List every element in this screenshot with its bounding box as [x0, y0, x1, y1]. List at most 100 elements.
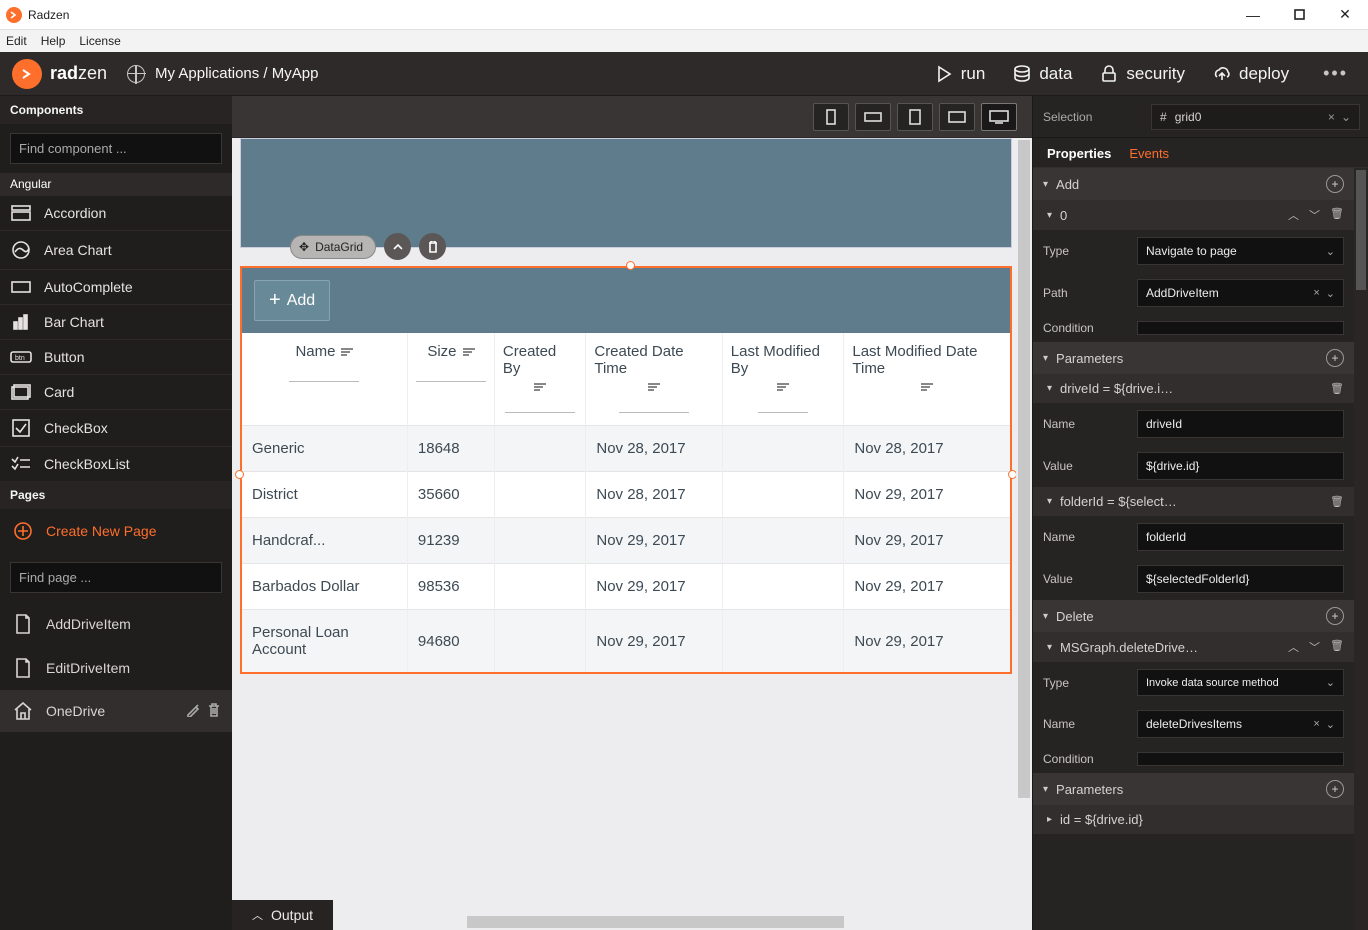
device-tablet-landscape[interactable]	[939, 103, 975, 131]
component-bar-chart[interactable]: Bar Chart	[0, 304, 232, 339]
param2-name-input[interactable]: folderId	[1137, 523, 1344, 551]
page-header-region[interactable]	[240, 138, 1012, 248]
chevron-up-icon[interactable]: ︿	[1288, 639, 1299, 655]
section-delete[interactable]: ▾Delete+	[1033, 600, 1354, 632]
device-phone-landscape[interactable]	[855, 103, 891, 131]
output-tab[interactable]: ︿ Output	[232, 900, 333, 930]
bar-chart-icon	[10, 314, 32, 330]
component-list: Accordion Area Chart AutoComplete Bar Ch…	[0, 195, 232, 481]
component-autocomplete[interactable]: AutoComplete	[0, 269, 232, 304]
del-cond-input[interactable]	[1137, 752, 1344, 766]
menubar: Edit Help License	[0, 30, 1368, 52]
close-button[interactable]: ✕	[1322, 0, 1368, 30]
props-v-scrollbar[interactable]	[1354, 168, 1368, 930]
section-del-parameters[interactable]: ▾Parameters+	[1033, 773, 1354, 805]
param-driveid[interactable]: ▾driveId = ${drive.i…🗑	[1033, 374, 1354, 403]
trash-icon[interactable]: 🗑	[1330, 495, 1344, 508]
plus-circle-icon[interactable]: +	[1326, 780, 1344, 798]
find-component-input[interactable]: Find component ...	[10, 133, 222, 164]
collapse-button[interactable]	[384, 233, 411, 260]
chevron-up-icon[interactable]: ︿	[1288, 207, 1299, 223]
edit-icon[interactable]	[186, 703, 200, 720]
deploy-action[interactable]: deploy	[1213, 64, 1289, 84]
trash-icon[interactable]: 🗑	[1330, 382, 1344, 395]
datagrid[interactable]: + Add Name Size Created By Created Date …	[240, 266, 1012, 674]
path-select[interactable]: AddDriveItem×⌄	[1137, 279, 1344, 307]
minimize-button[interactable]: —	[1230, 0, 1276, 30]
maximize-button[interactable]	[1276, 0, 1322, 30]
component-checkbox[interactable]: CheckBox	[0, 409, 232, 446]
find-page-input[interactable]: Find page ...	[10, 562, 222, 593]
plus-circle-icon[interactable]: +	[1326, 607, 1344, 625]
plus-circle-icon[interactable]: +	[1326, 349, 1344, 367]
delete-component-button[interactable]	[419, 233, 446, 260]
col-size[interactable]: Size	[407, 333, 494, 426]
page-one-drive[interactable]: OneDrive	[0, 690, 232, 732]
security-action[interactable]: security	[1100, 64, 1185, 84]
menu-license[interactable]: License	[79, 34, 120, 48]
col-created-by[interactable]: Created By	[494, 333, 585, 426]
data-action[interactable]: data	[1013, 64, 1072, 84]
table-row[interactable]: District35660Nov 28, 2017Nov 29, 2017	[242, 472, 1010, 518]
trash-icon[interactable]: 🗑	[1330, 639, 1344, 655]
col-modified-by[interactable]: Last Modified By	[722, 333, 844, 426]
canvas-h-scrollbar[interactable]	[232, 914, 1016, 930]
device-tablet-portrait[interactable]	[897, 103, 933, 131]
more-icon[interactable]: •••	[1317, 63, 1354, 84]
chevron-down-icon[interactable]: ﹀	[1309, 639, 1320, 655]
device-desktop[interactable]	[981, 103, 1017, 131]
page-edit-drive-item[interactable]: EditDriveItem	[0, 646, 232, 690]
area-chart-icon	[10, 240, 32, 260]
selection-input[interactable]: # grid0 ×⌄	[1151, 104, 1360, 130]
delete-item[interactable]: ▾MSGraph.deleteDrive…︿﹀🗑	[1033, 632, 1354, 662]
component-button[interactable]: btnButton	[0, 339, 232, 374]
trash-icon[interactable]: 🗑	[1330, 207, 1344, 223]
trash-icon[interactable]	[208, 703, 220, 720]
chevron-down-icon[interactable]: ﹀	[1309, 207, 1320, 223]
col-name[interactable]: Name	[242, 333, 407, 426]
type-select[interactable]: Navigate to page⌄	[1137, 237, 1344, 265]
tab-events[interactable]: Events	[1129, 146, 1169, 161]
page-add-drive-item[interactable]: AddDriveItem	[0, 602, 232, 646]
menu-edit[interactable]: Edit	[6, 34, 27, 48]
table-row[interactable]: Handcraf...91239Nov 29, 2017Nov 29, 2017	[242, 518, 1010, 564]
param-folderid[interactable]: ▾folderId = ${select…🗑	[1033, 487, 1354, 516]
device-phone-portrait[interactable]	[813, 103, 849, 131]
app-title: Radzen	[28, 8, 69, 22]
chevron-down-icon: ⌄	[1326, 287, 1335, 300]
del-param-id[interactable]: ▸id = ${drive.id}	[1033, 805, 1354, 834]
del-name-select[interactable]: deleteDrivesItems×⌄	[1137, 710, 1344, 738]
component-card[interactable]: Card	[0, 374, 232, 409]
param2-value-input[interactable]: ${selectedFolderId}	[1137, 565, 1344, 593]
table-row[interactable]: Personal Loan Account94680Nov 29, 2017No…	[242, 610, 1010, 673]
condition-input[interactable]	[1137, 321, 1344, 335]
clear-icon: ×	[1313, 287, 1319, 300]
breadcrumb[interactable]: My Applications / MyApp	[127, 65, 318, 83]
run-action[interactable]: run	[935, 64, 986, 84]
component-area-chart[interactable]: Area Chart	[0, 230, 232, 269]
col-created-date[interactable]: Created Date Time	[586, 333, 722, 426]
tab-properties[interactable]: Properties	[1047, 146, 1111, 161]
create-new-page[interactable]: Create New Page	[0, 509, 232, 553]
section-add[interactable]: ▾Add+	[1033, 168, 1354, 200]
param1-name-input[interactable]: driveId	[1137, 410, 1344, 438]
canvas[interactable]: ✥ DataGrid + Add	[232, 138, 1032, 930]
table-row[interactable]: Generic18648Nov 28, 2017Nov 28, 2017	[242, 426, 1010, 472]
component-accordion[interactable]: Accordion	[0, 195, 232, 230]
del-type-select[interactable]: Invoke data source method⌄	[1137, 669, 1344, 696]
grid-add-button[interactable]: + Add	[254, 280, 330, 321]
chevron-down-icon[interactable]: ⌄	[1341, 110, 1351, 124]
section-parameters[interactable]: ▾Parameters+	[1033, 342, 1354, 374]
component-checkboxlist[interactable]: CheckBoxList	[0, 446, 232, 481]
param1-value-input[interactable]: ${drive.id}	[1137, 452, 1344, 480]
section-item-0[interactable]: ▾0︿﹀🗑	[1033, 200, 1354, 230]
chevron-down-icon: ▾	[1043, 353, 1048, 364]
component-tag-pill[interactable]: ✥ DataGrid	[290, 235, 376, 259]
col-modified-date[interactable]: Last Modified Date Time	[844, 333, 1010, 426]
table-row[interactable]: Barbados Dollar98536Nov 29, 2017Nov 29, …	[242, 564, 1010, 610]
top-toolbar: radzen My Applications / MyApp run data …	[0, 52, 1368, 96]
menu-help[interactable]: Help	[41, 34, 66, 48]
canvas-v-scrollbar[interactable]	[1016, 138, 1032, 912]
clear-icon[interactable]: ×	[1328, 110, 1335, 124]
plus-circle-icon[interactable]: +	[1326, 175, 1344, 193]
